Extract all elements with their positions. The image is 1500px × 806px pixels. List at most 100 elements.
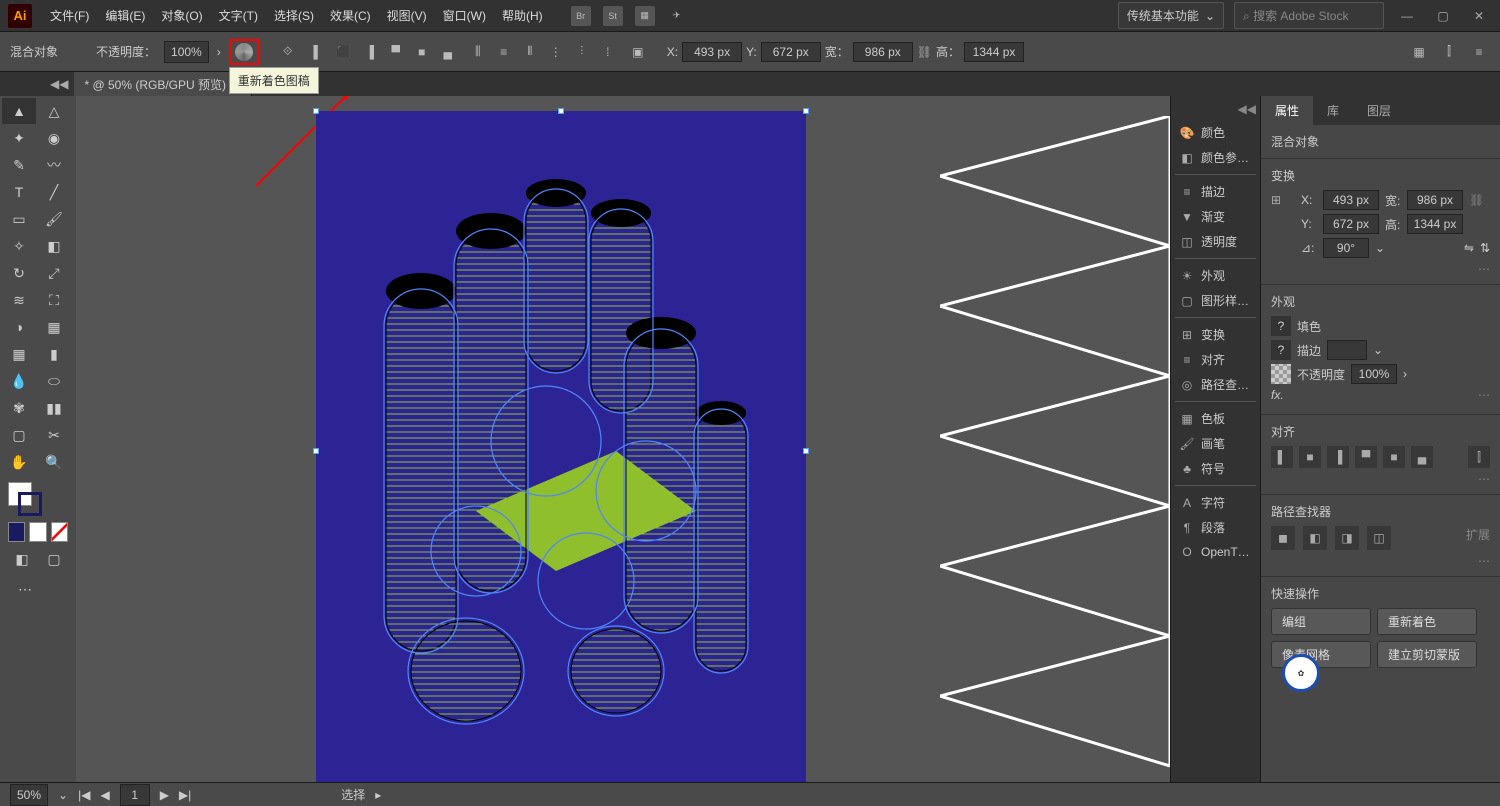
nav-prev-icon[interactable]: ◀ [100, 788, 109, 802]
perspective-tool[interactable]: ▦ [37, 314, 71, 340]
rectangle-tool[interactable]: ▭ [2, 206, 36, 232]
fill-swatch-mini[interactable]: ? [1271, 316, 1291, 336]
edit-toolbar[interactable]: ⋯ [8, 576, 42, 602]
link-wh-icon[interactable]: ⛓ [917, 45, 932, 59]
stroke-weight-input[interactable] [1327, 340, 1367, 360]
brush-tool[interactable]: 🖌 [37, 206, 71, 232]
pf-exclude-icon[interactable]: ◫ [1367, 526, 1391, 550]
selection-tool[interactable]: ▲ [2, 98, 36, 124]
gradient-tool[interactable]: ▮ [37, 341, 71, 367]
eyedropper-tool[interactable]: 💧 [2, 368, 36, 394]
nav-first-icon[interactable]: |◀ [78, 788, 90, 802]
opacity-swatch[interactable] [1271, 364, 1291, 384]
side-panel-item[interactable]: ◎路径查… [1175, 372, 1256, 397]
search-stock-input[interactable]: ⌕ 搜索 Adobe Stock [1234, 2, 1384, 29]
stroke-swatch-mini[interactable]: ? [1271, 340, 1291, 360]
menu-item[interactable]: 文件(F) [42, 3, 97, 28]
side-panel-item[interactable]: ▦色板 [1175, 406, 1256, 431]
w-input[interactable] [853, 42, 913, 62]
menu-item[interactable]: 文字(T) [211, 3, 266, 28]
more-options-icon[interactable]: ⋯ [1271, 262, 1490, 276]
opacity-input[interactable]: 100% [164, 41, 209, 63]
zoom-dropdown-icon[interactable]: ⌄ [58, 788, 68, 802]
side-panel-item[interactable]: 🎨颜色 [1175, 120, 1256, 145]
free-transform-tool[interactable]: ⛶ [37, 287, 71, 313]
curvature-tool[interactable]: 〰 [37, 152, 71, 178]
workspace-selector[interactable]: 传统基本功能 ⌄ [1118, 2, 1224, 29]
opacity-input2[interactable] [1351, 364, 1397, 384]
menu-item[interactable]: 帮助(H) [494, 3, 551, 28]
pw-input[interactable] [1407, 190, 1463, 210]
menu-item[interactable]: 选择(S) [266, 3, 322, 28]
zoom-input[interactable]: 50% [10, 784, 48, 806]
canvas[interactable] [76, 96, 1170, 782]
pen-tool[interactable]: ✎ [2, 152, 36, 178]
quick-action-button[interactable]: 建立剪切蒙版 [1377, 641, 1477, 668]
graph-tool[interactable]: ▮▮ [37, 395, 71, 421]
align-middle-icon[interactable]: ■ [411, 41, 433, 63]
align-b-btn[interactable]: ▄ [1411, 446, 1433, 468]
panel-collapse-icon[interactable]: ◀◀ [1175, 102, 1256, 116]
rotate-tool[interactable]: ↻ [2, 260, 36, 286]
stroke-dropdown-icon[interactable]: ⌄ [1373, 343, 1383, 357]
more-options-icon-4[interactable]: ⋯ [1271, 554, 1490, 568]
ph-input[interactable] [1407, 214, 1463, 234]
align-m-btn[interactable]: ■ [1383, 446, 1405, 468]
shaper-tool[interactable]: ✧ [2, 233, 36, 259]
dist-v-icon[interactable]: ≡ [493, 41, 515, 63]
dist-v3-icon[interactable]: ⁞ [597, 41, 619, 63]
arrange-docs-icon[interactable]: ▦ [635, 6, 655, 26]
dist-h3-icon[interactable]: ⫶ [571, 41, 593, 63]
align-bottom-icon[interactable]: ▄ [437, 41, 459, 63]
pf-intersect-icon[interactable]: ◨ [1335, 526, 1359, 550]
side-panel-item[interactable]: ◫透明度 [1175, 229, 1256, 254]
line-tool[interactable]: ╱ [37, 179, 71, 205]
hand-tool[interactable]: ✋ [2, 449, 36, 475]
tab-libraries[interactable]: 库 [1313, 96, 1353, 125]
selection-dropdown-icon[interactable]: ▸ [375, 788, 381, 802]
slice-tool[interactable]: ✂ [37, 422, 71, 448]
gpu-icon[interactable]: ✈ [667, 6, 687, 26]
align-to-icon[interactable]: ▣ [627, 41, 649, 63]
h-input[interactable] [964, 42, 1024, 62]
align-r-btn[interactable]: ▐ [1327, 446, 1349, 468]
menu-item[interactable]: 视图(V) [379, 3, 435, 28]
flip-v-icon[interactable]: ⇅ [1480, 241, 1490, 255]
nav-next-icon[interactable]: ▶ [160, 788, 169, 802]
align-left-icon[interactable]: ▌ [307, 41, 329, 63]
dist-h-icon[interactable]: ⫼ [467, 41, 489, 63]
dist-h2-icon[interactable]: ⫴ [519, 41, 541, 63]
opacity-chevron-icon2[interactable]: › [1403, 367, 1407, 381]
menu-item[interactable]: 对象(O) [153, 3, 210, 28]
more-options-icon-2[interactable]: ⋯ [1478, 388, 1490, 402]
direct-selection-tool[interactable]: △ [37, 98, 71, 124]
tab-properties[interactable]: 属性 [1261, 96, 1313, 125]
transform-icon[interactable]: ⟐ [277, 41, 299, 63]
side-panel-item[interactable]: ≡对齐 [1175, 347, 1256, 372]
shape-builder-tool[interactable]: ◑ [2, 314, 36, 340]
quick-action-button[interactable]: 重新着色 [1377, 608, 1477, 635]
scale-tool[interactable]: ⤢ [37, 260, 71, 286]
py-input[interactable] [1323, 214, 1379, 234]
align-t-btn[interactable]: ▀ [1355, 446, 1377, 468]
nav-last-icon[interactable]: ▶| [179, 788, 191, 802]
side-panel-item[interactable]: ☀外观 [1175, 263, 1256, 288]
side-panel-item[interactable]: ◧颜色参… [1175, 145, 1256, 170]
side-panel-item[interactable]: OOpenT… [1175, 540, 1256, 564]
pf-expand-btn[interactable]: 扩展 [1466, 526, 1490, 550]
stock-icon[interactable]: St [603, 6, 623, 26]
menu-item[interactable]: 编辑(E) [97, 3, 153, 28]
side-panel-item[interactable]: ▢图形样… [1175, 288, 1256, 313]
color-swatch-1[interactable] [8, 522, 25, 542]
align-right-icon[interactable]: ▐ [359, 41, 381, 63]
side-panel-item[interactable]: ⊞变换 [1175, 322, 1256, 347]
recolor-artwork-button[interactable]: 重新着色图稿 [229, 39, 259, 65]
flip-h-icon[interactable]: ⇋ [1464, 241, 1474, 255]
eraser-tool[interactable]: ◧ [37, 233, 71, 259]
draw-mode-icon[interactable]: ◧ [8, 546, 36, 572]
x-input[interactable] [682, 42, 742, 62]
symbol-spray-tool[interactable]: ✾ [2, 395, 36, 421]
blend-tool[interactable]: ⬭ [37, 368, 71, 394]
window-minimize[interactable]: — [1394, 6, 1420, 26]
side-panel-item[interactable]: ¶段落 [1175, 515, 1256, 540]
